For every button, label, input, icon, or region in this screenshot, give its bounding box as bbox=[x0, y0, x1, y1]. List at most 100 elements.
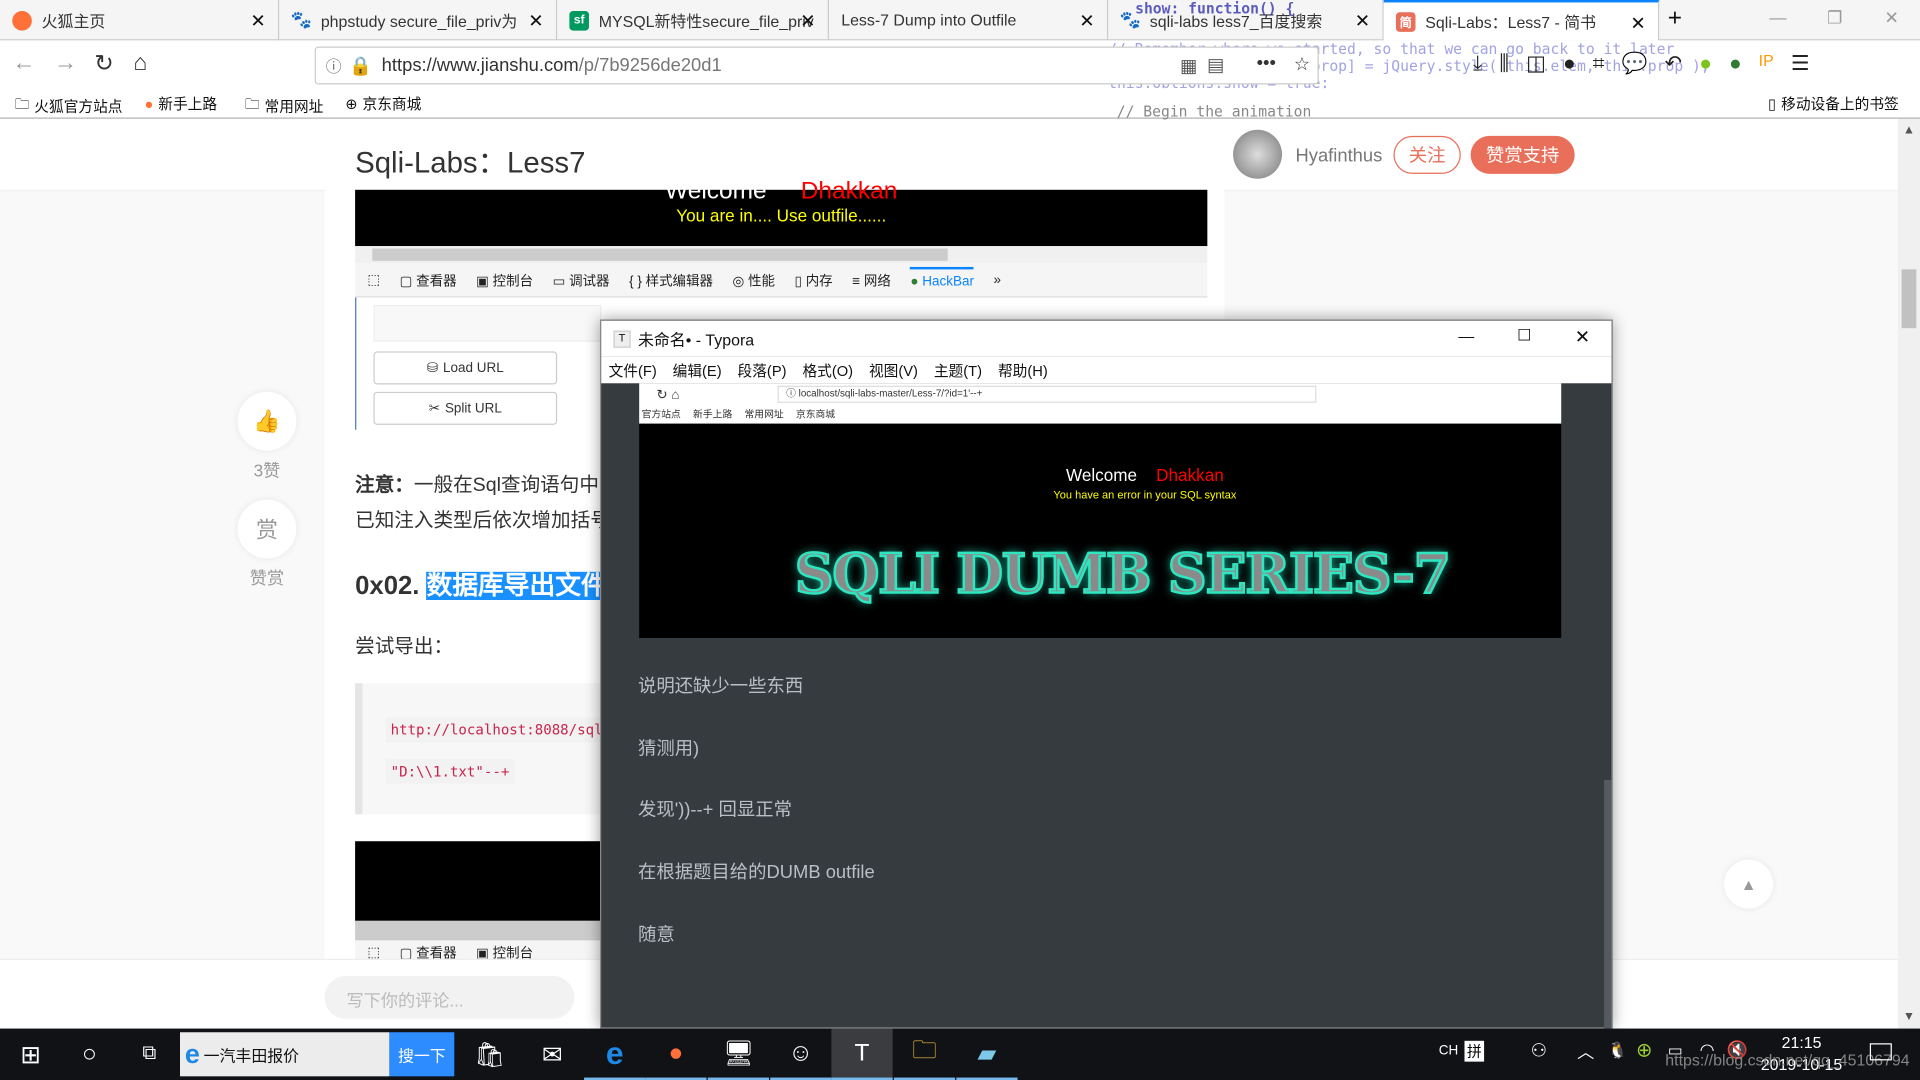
close-icon[interactable]: ✕ bbox=[528, 10, 543, 32]
typora-paragraph[interactable]: 说明还缺少一些东西 bbox=[638, 672, 803, 698]
avatar[interactable] bbox=[1233, 129, 1283, 179]
people-icon[interactable]: ⚇ bbox=[1531, 1040, 1547, 1062]
download-icon[interactable]: ⤓ bbox=[1473, 51, 1482, 75]
picker-icon[interactable]: ⬚ bbox=[367, 944, 380, 960]
devtools-tab-memory[interactable]: ▯ 内存 bbox=[795, 270, 833, 290]
network-app-icon[interactable]: 🖥 bbox=[707, 1029, 769, 1080]
mail-icon[interactable]: ✉ bbox=[522, 1029, 583, 1080]
load-url-button[interactable]: ⛁ Load URL bbox=[373, 351, 558, 385]
file-explorer-icon[interactable]: 🗀 bbox=[893, 1029, 956, 1080]
start-button[interactable]: ⊞ bbox=[0, 1029, 61, 1080]
menu-paragraph[interactable]: 段落(P) bbox=[738, 359, 787, 380]
bookmark-star-icon[interactable]: ☆ bbox=[1294, 53, 1310, 75]
horizontal-scrollbar-2[interactable] bbox=[355, 920, 601, 941]
store-icon[interactable]: 🛍 bbox=[459, 1029, 520, 1080]
sidebar-icon[interactable]: ◫ bbox=[1526, 51, 1546, 75]
menu-view[interactable]: 视图(V) bbox=[869, 359, 918, 380]
restore-button[interactable]: ❐ bbox=[1827, 7, 1842, 28]
devtools-tab-inspector[interactable]: ▢ 查看器 bbox=[400, 270, 457, 290]
bookmark-mobile[interactable]: ▯ 移动设备上的书签 bbox=[1768, 93, 1899, 114]
task-view-icon[interactable]: ⧉ bbox=[119, 1029, 180, 1080]
menu-file[interactable]: 文件(F) bbox=[609, 359, 657, 380]
show-hidden-icons[interactable]: ︿ bbox=[1577, 1040, 1594, 1064]
close-icon[interactable]: ✕ bbox=[800, 10, 815, 32]
forward-button[interactable]: → bbox=[54, 50, 77, 77]
tab-mysql[interactable]: sf MYSQL新特性secure_file_priv ✕ bbox=[557, 0, 829, 41]
close-icon[interactable]: ✕ bbox=[1355, 10, 1370, 32]
hackbar-icon[interactable]: ● bbox=[1729, 51, 1742, 75]
menu-format[interactable]: 格式(O) bbox=[802, 359, 853, 380]
notepad-app-icon[interactable]: ▰ bbox=[956, 1029, 1018, 1080]
edge-icon[interactable]: e bbox=[584, 1029, 646, 1080]
devtools-tab-performance[interactable]: ◎ 性能 bbox=[733, 270, 775, 290]
comment-input[interactable]: 写下你的评论... bbox=[324, 975, 575, 1019]
close-window-button[interactable]: ✕ bbox=[1884, 7, 1898, 28]
devtools-tab-console[interactable]: ▣ 控制台 bbox=[476, 270, 533, 290]
typora-paragraph[interactable]: 随意 bbox=[638, 921, 675, 947]
info-icon[interactable]: ⓘ bbox=[326, 54, 342, 77]
typora-paragraph[interactable]: 发现'))--+ 回显正常 bbox=[638, 796, 792, 822]
tab-phpstudy[interactable]: 🐾 phpstudy secure_file_priv为 ✕ bbox=[279, 0, 558, 41]
bookmark-getting-started[interactable]: ● 新手上路 bbox=[144, 93, 217, 114]
bookmark-firefox-site[interactable]: 🗀 火狐官方站点 bbox=[15, 93, 123, 119]
account-icon[interactable]: ● bbox=[1563, 51, 1576, 75]
reward-button[interactable]: 赏 bbox=[237, 499, 297, 559]
security-tray-icon[interactable]: ⊕ bbox=[1636, 1038, 1652, 1062]
close-icon[interactable]: ✕ bbox=[250, 10, 265, 32]
bookmark-jd[interactable]: ⊕ 京东商城 bbox=[345, 93, 421, 114]
cortana-icon[interactable]: ○ bbox=[59, 1029, 120, 1080]
menu-icon[interactable]: ☰ bbox=[1791, 51, 1810, 75]
qq-avatar-app-icon[interactable]: ☺ bbox=[770, 1029, 832, 1080]
addon-icon[interactable]: ● bbox=[1699, 51, 1712, 75]
clock-time[interactable]: 21:15 bbox=[1782, 1033, 1822, 1051]
ime-mode[interactable]: 拼 bbox=[1464, 1040, 1485, 1062]
close-window-button[interactable]: ✕ bbox=[1575, 326, 1590, 348]
firefox-taskbar-icon[interactable]: ● bbox=[645, 1029, 707, 1080]
taskbar-search-button[interactable]: 搜一下 bbox=[389, 1032, 455, 1077]
like-button[interactable]: 👍 bbox=[237, 391, 297, 451]
minimize-button[interactable]: — bbox=[1769, 7, 1786, 27]
qr-code-icon[interactable]: ▦ bbox=[1180, 55, 1197, 77]
scrollbar-thumb[interactable] bbox=[372, 248, 948, 261]
page-scrollbar[interactable]: ▲ ▼ bbox=[1897, 118, 1920, 1029]
undo-icon[interactable]: ↶ bbox=[1665, 51, 1682, 75]
follow-button[interactable]: 关注 bbox=[1393, 135, 1461, 174]
library-icon[interactable]: ⫼ bbox=[1499, 51, 1509, 75]
reader-view-icon[interactable]: ▤ bbox=[1207, 54, 1224, 76]
devtools-tab-hackbar[interactable]: ● HackBar bbox=[910, 266, 974, 293]
author-name[interactable]: Hyafinthus bbox=[1296, 146, 1383, 167]
more-tabs-icon[interactable]: » bbox=[994, 272, 1002, 287]
minimize-button[interactable]: — bbox=[1458, 327, 1474, 345]
back-button[interactable]: ← bbox=[12, 50, 35, 77]
horizontal-scrollbar[interactable] bbox=[355, 246, 1208, 264]
scroll-down-icon[interactable]: ▼ bbox=[1903, 1010, 1915, 1023]
typora-paragraph[interactable]: 在根据题目给的DUMB outfile bbox=[638, 858, 875, 884]
typora-taskbar-icon[interactable]: T bbox=[831, 1028, 893, 1080]
devtools-tab-style-editor[interactable]: { } 样式编辑器 bbox=[629, 270, 713, 290]
bookmark-common-sites[interactable]: 🗀 常用网址 bbox=[245, 93, 323, 119]
back-to-top-button[interactable]: ▲ bbox=[1724, 859, 1774, 909]
reload-button[interactable]: ↻ bbox=[94, 50, 113, 78]
tab-less7[interactable]: Less-7 Dump into Outfile ✕ bbox=[829, 0, 1109, 41]
devtools-tab-debugger[interactable]: ▭ 调试器 bbox=[553, 270, 610, 290]
page-actions-icon[interactable]: ••• bbox=[1257, 53, 1276, 74]
support-button[interactable]: 赞赏支持 bbox=[1470, 135, 1575, 174]
split-url-button[interactable]: ✂ Split URL bbox=[373, 391, 558, 425]
ip-icon[interactable]: IP bbox=[1759, 51, 1774, 75]
picker-icon[interactable]: ⬚ bbox=[367, 272, 380, 288]
ime-language[interactable]: CH bbox=[1439, 1043, 1458, 1058]
comment-icon[interactable]: 💬 bbox=[1622, 51, 1648, 75]
url-bar[interactable]: ⓘ 🔒 https://www.jianshu.com/p/7b9256de20… bbox=[314, 46, 1319, 85]
notification-icon[interactable] bbox=[1869, 1043, 1892, 1061]
devtools-tab-network[interactable]: ≡ 网络 bbox=[852, 270, 891, 290]
scroll-up-icon[interactable]: ▲ bbox=[1903, 124, 1915, 137]
hackbar-url-input[interactable] bbox=[373, 304, 602, 342]
menu-edit[interactable]: 编辑(E) bbox=[673, 359, 722, 380]
tab-jianshu[interactable]: 简 Sqli-Labs：Less7 - 简书 ✕ bbox=[1383, 0, 1660, 41]
close-icon[interactable]: ✕ bbox=[1630, 12, 1645, 34]
home-button[interactable]: ⌂ bbox=[133, 50, 147, 77]
screenshot-icon[interactable]: ⌗ bbox=[1593, 51, 1605, 75]
taskbar-search-box[interactable]: e 一汽丰田报价 bbox=[180, 1032, 390, 1077]
menu-theme[interactable]: 主题(T) bbox=[934, 359, 982, 380]
new-tab-button[interactable]: + bbox=[1668, 5, 1682, 33]
